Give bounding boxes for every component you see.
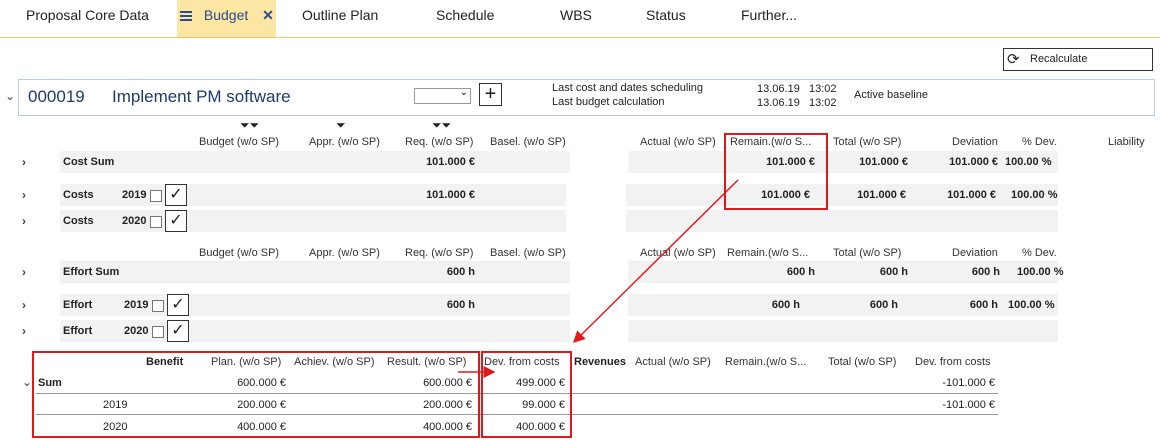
annotation-arrows bbox=[458, 179, 739, 378]
arrow-line bbox=[572, 179, 739, 344]
